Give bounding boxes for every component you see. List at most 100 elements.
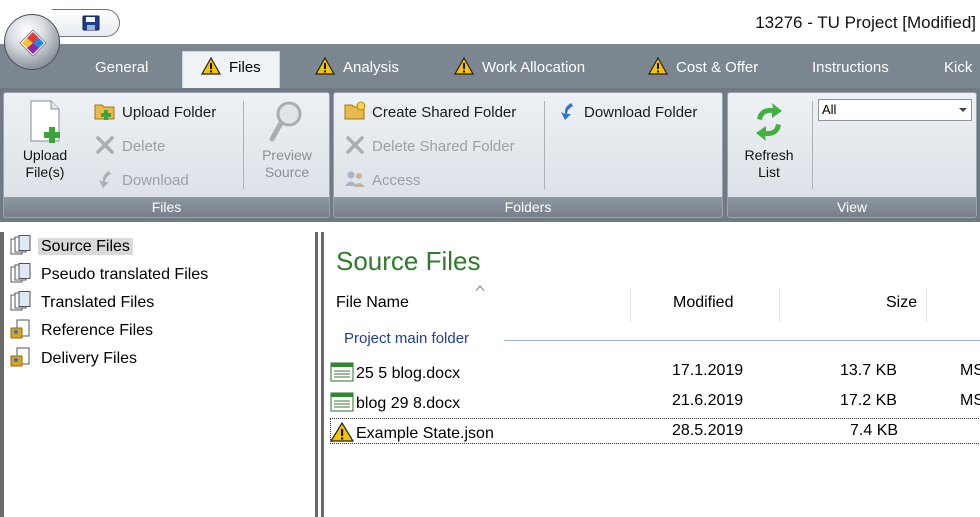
tab-label: Analysis xyxy=(343,59,399,76)
table-row[interactable]: blog 29 8.docx 21.6.2019 17.2 KB MS xyxy=(330,388,980,414)
create-shared-folder-label: Create Shared Folder xyxy=(372,104,517,121)
delete-shared-folder-label: Delete Shared Folder xyxy=(372,138,515,155)
column-header-file-name[interactable]: File Name xyxy=(336,294,409,312)
preview-source-label: Preview Source xyxy=(262,147,312,180)
shared-folder-icon xyxy=(344,101,366,120)
save-icon[interactable] xyxy=(82,15,100,31)
size-cell: 13.7 KB xyxy=(840,362,897,379)
create-shared-folder-button[interactable]: Create Shared Folder xyxy=(344,101,516,125)
download-folder-button[interactable]: Download Folder xyxy=(556,101,697,125)
modified-cell: 28.5.2019 xyxy=(672,422,744,439)
ribbon-group-label: View xyxy=(728,197,976,217)
quick-access-toolbar xyxy=(52,9,120,37)
ribbon-group-view: Refresh List All View xyxy=(727,92,977,218)
tab-cost-offer[interactable]: Cost & Offer xyxy=(648,52,758,88)
group-header: Project main folder xyxy=(344,330,470,347)
size-cell: 17.2 KB xyxy=(840,392,897,409)
chevron-down-icon[interactable] xyxy=(959,108,967,112)
document-stack-icon xyxy=(10,291,31,311)
magnifier-icon xyxy=(269,101,302,142)
upload-files-label: Upload File(s) xyxy=(22,147,68,180)
download-button[interactable]: Download xyxy=(94,169,189,193)
ribbon: Upload File(s) Upload Folder Delete Down… xyxy=(0,88,980,222)
download-folder-label: Download Folder xyxy=(584,104,698,121)
column-separator[interactable] xyxy=(779,288,780,322)
ribbon-group-files: Upload File(s) Upload Folder Delete Down… xyxy=(3,92,330,218)
column-separator[interactable] xyxy=(926,288,927,322)
type-cell: MS xyxy=(960,392,980,409)
app-logo-icon xyxy=(19,29,47,57)
column-separator[interactable] xyxy=(630,288,631,322)
tree-item-label: Delivery Files xyxy=(41,350,138,367)
tree-item-delivery-files[interactable]: Delivery Files xyxy=(10,347,140,371)
tree-item-reference-files[interactable]: Reference Files xyxy=(10,319,156,343)
access-button[interactable]: Access xyxy=(344,169,420,193)
tree-item-translated-files[interactable]: Translated Files xyxy=(10,291,157,315)
tree-item-pseudo-translated-files[interactable]: Pseudo translated Files xyxy=(10,263,211,287)
table-row[interactable]: Example State.json 28.5.2019 7.4 KB xyxy=(330,418,980,444)
download-label: Download xyxy=(122,172,189,189)
view-filter-select[interactable]: All xyxy=(818,99,972,121)
download-icon xyxy=(561,103,573,120)
delete-icon xyxy=(346,136,364,154)
table-row[interactable]: 25 5 blog.docx 17.1.2019 13.7 KB MS xyxy=(330,358,980,384)
tree-item-label: Reference Files xyxy=(41,322,154,339)
column-header-size[interactable]: Size xyxy=(886,294,917,312)
application-menu-button[interactable] xyxy=(4,14,60,70)
upload-folder-label: Upload Folder xyxy=(122,104,217,121)
group-divider xyxy=(504,340,980,341)
download-icon xyxy=(99,171,111,188)
document-key-icon xyxy=(10,319,30,339)
ribbon-separator xyxy=(812,101,813,189)
modified-cell: 17.1.2019 xyxy=(672,362,744,379)
tab-kick[interactable]: Kick xyxy=(944,52,972,88)
file-name: Example State.json xyxy=(356,425,494,442)
view-filter-value: All xyxy=(822,102,837,117)
refresh-icon xyxy=(756,103,782,141)
ribbon-bottom-spacer xyxy=(0,222,980,232)
title-bar: 13276 - TU Project [Modified] xyxy=(0,0,980,44)
tab-instructions[interactable]: Instructions xyxy=(812,52,889,88)
tab-label: Instructions xyxy=(812,59,889,76)
tab-analysis[interactable]: Analysis xyxy=(315,52,399,88)
delete-icon xyxy=(96,136,114,154)
ribbon-group-label: Files xyxy=(4,197,329,217)
tab-label: General xyxy=(95,59,149,76)
access-label: Access xyxy=(372,172,421,189)
delete-label: Delete xyxy=(122,138,166,155)
warning-icon xyxy=(201,57,221,75)
warning-icon xyxy=(315,57,335,75)
document-stack-icon xyxy=(10,263,31,283)
column-header-modified[interactable]: Modified xyxy=(673,294,733,312)
document-icon xyxy=(330,392,354,412)
users-icon xyxy=(345,171,365,187)
page-title: Source Files xyxy=(336,246,481,276)
upload-files-button[interactable]: Upload File(s) xyxy=(10,99,80,181)
upload-file-icon xyxy=(30,100,60,143)
file-name: blog 29 8.docx xyxy=(356,395,461,412)
tab-files[interactable]: Files xyxy=(182,51,280,89)
refresh-list-button[interactable]: Refresh List xyxy=(732,99,806,181)
delete-button[interactable]: Delete xyxy=(94,135,165,159)
tab-label: Cost & Offer xyxy=(676,59,759,76)
tree-item-label: Pseudo translated Files xyxy=(41,266,209,283)
tab-label: Files xyxy=(229,59,261,76)
upload-folder-button[interactable]: Upload Folder xyxy=(94,101,216,125)
warning-icon xyxy=(330,422,354,442)
tab-general[interactable]: General xyxy=(95,52,148,88)
warning-icon xyxy=(454,57,474,75)
tree-item-source-files[interactable]: Source Files xyxy=(10,235,133,259)
sort-ascending-icon[interactable] xyxy=(475,284,485,292)
document-key-icon xyxy=(10,347,30,367)
tree-item-label: Source Files xyxy=(38,238,133,255)
delete-shared-folder-button[interactable]: Delete Shared Folder xyxy=(344,135,515,159)
tab-work-allocation[interactable]: Work Allocation xyxy=(454,52,585,88)
document-stack-icon xyxy=(10,235,31,255)
size-cell: 7.4 KB xyxy=(850,422,899,439)
file-name: 25 5 blog.docx xyxy=(356,365,461,382)
preview-source-button[interactable]: Preview Source xyxy=(251,99,323,181)
tab-label: Kick xyxy=(944,59,973,76)
upload-folder-icon xyxy=(94,104,115,120)
tab-label: Work Allocation xyxy=(482,59,586,76)
file-name-cell: blog 29 8.docx xyxy=(330,392,460,413)
